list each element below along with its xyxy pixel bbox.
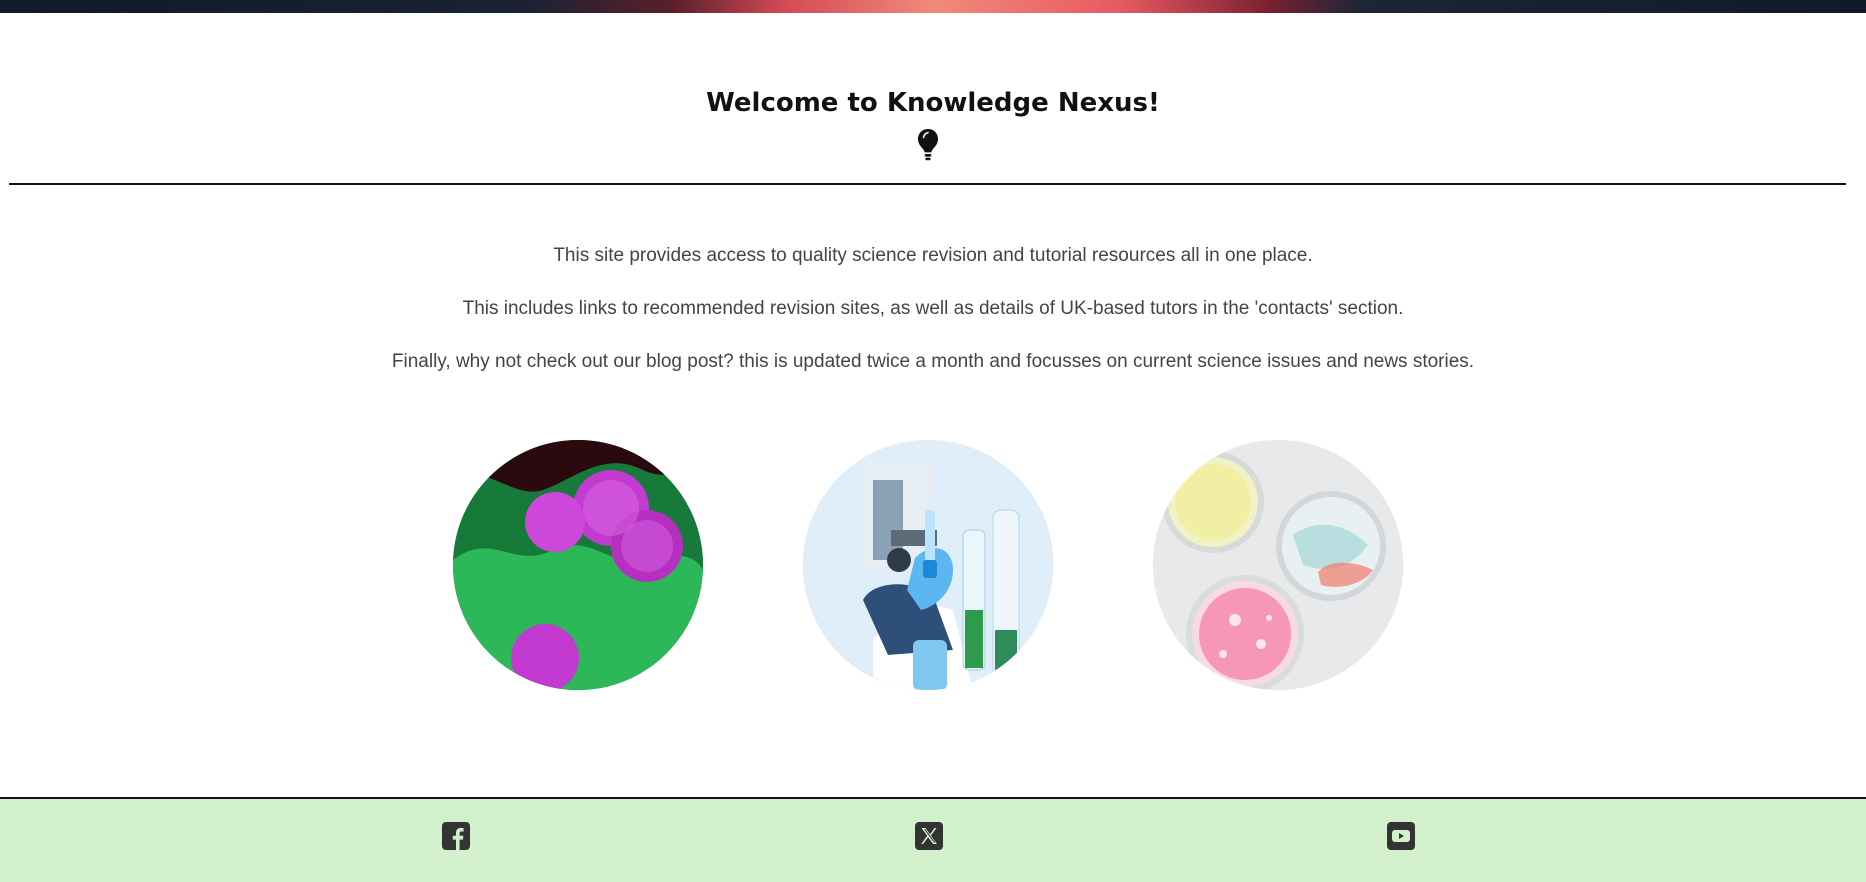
- hero-banner-strip: [0, 0, 1866, 13]
- x-twitter-icon[interactable]: [914, 821, 944, 851]
- section-divider: [9, 183, 1846, 185]
- petri-dishes-image: [1153, 440, 1403, 690]
- intro-line-1: This site provides access to quality sci…: [553, 245, 1313, 266]
- footer-social-bar: [0, 797, 1866, 882]
- bacteria-micrograph-image: [453, 440, 703, 690]
- lightbulb-icon: [917, 128, 939, 162]
- page-title: Welcome to Knowledge Nexus!: [706, 88, 1160, 118]
- youtube-icon[interactable]: [1386, 821, 1416, 851]
- facebook-icon[interactable]: [441, 821, 471, 851]
- welcome-section: Welcome to Knowledge Nexus!: [0, 88, 1866, 118]
- intro-text: This site provides access to quality sci…: [0, 246, 1866, 405]
- intro-line-3: Finally, why not check out our blog post…: [391, 351, 1475, 372]
- image-gallery: [0, 440, 1866, 690]
- lab-scientist-microscope-image: [803, 440, 1053, 690]
- intro-line-2: This includes links to recommended revis…: [462, 298, 1404, 319]
